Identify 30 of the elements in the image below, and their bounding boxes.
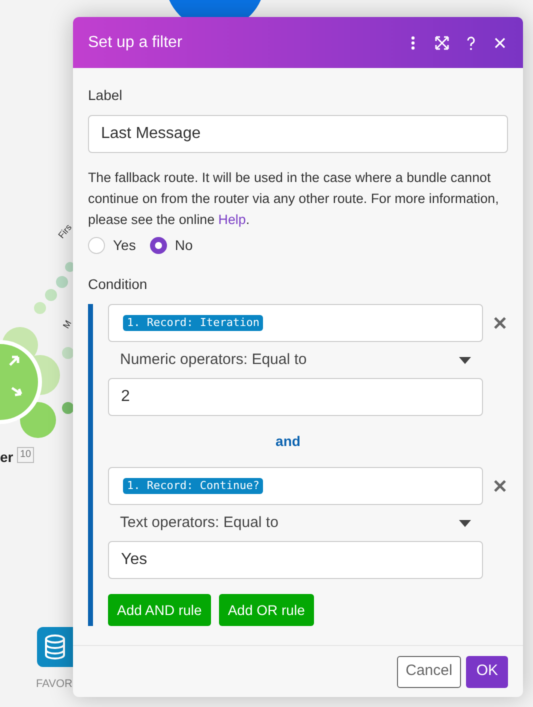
dialog-title: Set up a filter [88,32,184,52]
module-label: er [0,448,14,467]
operand-field[interactable]: 1. Record: Iteration [108,304,483,342]
help-link[interactable]: Help [218,212,246,227]
fallback-description: The fallback route. It will be used in the case where a bundle cannot continue on from the router via any other route. For more information, please see the online Help. [88,169,500,229]
radio-option[interactable]: Yes [88,235,136,256]
route-label: Firs [56,222,75,242]
label-input[interactable]: Last Message [88,115,508,153]
operand-field[interactable]: 1. Record: Continue? [108,467,483,505]
ok-button[interactable]: OK [466,656,508,688]
caret-icon [459,356,471,364]
connector-label: and [276,432,300,451]
route-label: M [60,318,74,332]
remove-icon[interactable] [493,316,507,330]
radio-option[interactable]: No [150,235,193,256]
count-badge: 10 [17,447,34,463]
favorites-label: FAVOR [36,677,72,692]
cancel-button[interactable]: Cancel [396,656,462,688]
operator-dropdown[interactable]: Text operators: Equal to [108,505,483,541]
caret-icon [459,520,471,526]
expand-icon[interactable] [434,34,450,50]
variable-pill: 1. Record: Continue? [123,478,264,494]
value-input[interactable]: Yes [108,541,483,579]
section-label: Condition [88,275,148,294]
remove-icon[interactable] [493,479,507,493]
variable-pill: 1. Record: Iteration [123,315,264,331]
database-icon[interactable] [37,627,73,667]
field-label: Label [88,86,124,105]
value-input[interactable]: 2 [108,378,483,416]
operator-dropdown[interactable]: Numeric operators: Equal to [108,342,483,378]
